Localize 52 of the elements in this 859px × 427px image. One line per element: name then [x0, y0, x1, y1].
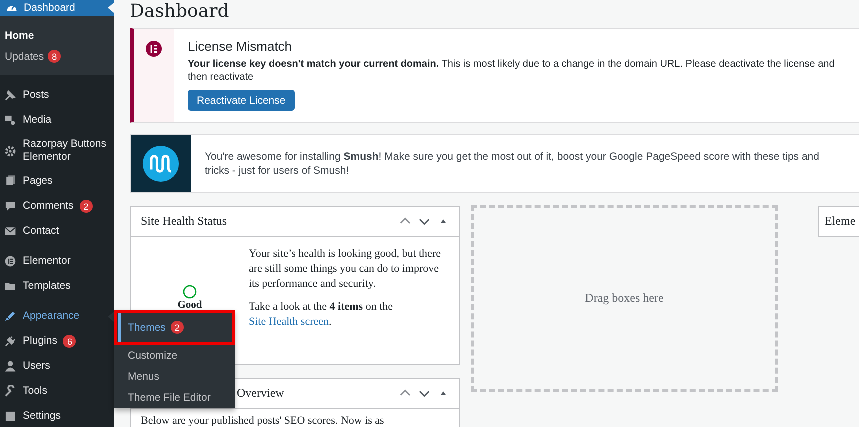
menu-icon	[4, 385, 17, 398]
health-status: Good	[178, 300, 202, 311]
submenu-item[interactable]: Themes 2	[114, 310, 235, 345]
count-badge: 6	[63, 335, 76, 348]
menu-icon	[4, 89, 17, 102]
menu-item[interactable]: Plugins 6	[0, 329, 114, 354]
status-ring-icon	[183, 285, 197, 299]
dashboard-menu-item[interactable]: Dashboard	[0, 0, 114, 16]
menu-icon	[4, 144, 17, 158]
health-text: Your site’s health is looking good, but there are still some things you can do to improve its performance and security.	[249, 247, 442, 292]
submenu-item[interactable]: Menus	[114, 366, 235, 387]
overview-text: Below are your published posts' SEO scores. Now is as	[140, 414, 386, 427]
menu-icon	[4, 335, 17, 348]
reactivate-license-button[interactable]: Reactivate License	[188, 90, 295, 111]
submenu-item[interactable]: Customize	[114, 345, 235, 366]
menu-item[interactable]: Elementor	[0, 249, 114, 274]
menu-item[interactable]: Razorpay Buttons Elementor	[0, 133, 114, 169]
menu-icon	[4, 410, 17, 423]
submenu-item[interactable]: Updates 8	[0, 46, 114, 67]
menu-icon	[4, 175, 17, 188]
site-health-link[interactable]: Site Health screen	[249, 316, 330, 328]
menu-item[interactable]: Settings	[0, 404, 114, 427]
menu-icon	[4, 310, 17, 323]
menu-item[interactable]: Templates	[0, 274, 114, 299]
menu-item[interactable]: Posts	[0, 83, 114, 108]
health-text: Take a look at the 4 items on the Site Health screen.	[249, 300, 394, 330]
notice-message: Your license key doesn't match your current domain. This is most likely due to a change in the domain URL. Please deactivate the license and then reactivate	[188, 58, 836, 84]
menu-item[interactable]: Media	[0, 108, 114, 133]
menu-item[interactable]: Users	[0, 354, 114, 379]
widget-title: Site Health Status	[141, 214, 228, 229]
widget-header: Eleme	[818, 206, 859, 237]
menu-item[interactable]: Contact	[0, 219, 114, 244]
menu-item[interactable]: Comments 2	[0, 194, 114, 219]
smush-logo-icon	[142, 144, 180, 182]
count-badge: 8	[48, 50, 62, 63]
menu-icon	[4, 114, 17, 127]
menu-icon	[4, 360, 17, 373]
submenu-item[interactable]: Theme File Editor	[114, 387, 235, 408]
count-badge: 2	[170, 321, 184, 334]
count-badge: 2	[80, 200, 93, 213]
drop-zone: Drag boxes here	[471, 205, 778, 392]
menu-icon	[4, 225, 17, 238]
widget-title: Overview	[237, 386, 284, 401]
menu-icon	[4, 200, 17, 213]
smush-message: You're awesome for installing Smush! Make sure you get the most out of it, boost your Google PageSpeed score with these tips and tricks - just for users of Smush!	[204, 150, 820, 178]
elementor-logo-icon	[146, 41, 162, 57]
submenu-item[interactable]: Home	[0, 25, 114, 46]
notice-title: License Mismatch	[188, 39, 294, 54]
page-title: Dashboard	[130, 2, 230, 22]
menu-item[interactable]: Tools	[0, 379, 114, 404]
menu-icon	[4, 255, 17, 268]
menu-item[interactable]: Pages	[0, 169, 114, 194]
